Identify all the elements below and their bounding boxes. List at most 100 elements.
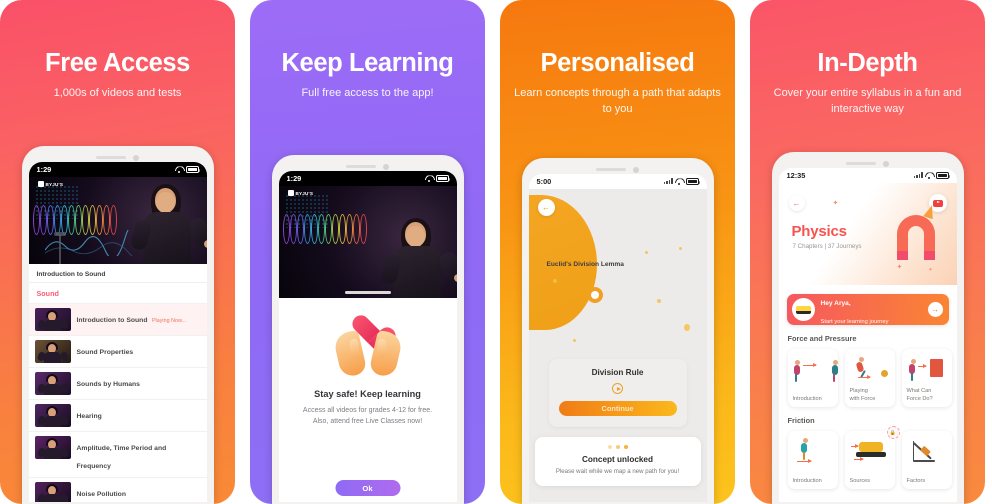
play-icon	[612, 383, 623, 394]
loading-dots-icon	[543, 445, 693, 449]
video-list-item[interactable]: Noise Pollution	[28, 477, 207, 502]
section-heading: Force and Pressure	[787, 334, 857, 343]
ok-button[interactable]: Ok	[335, 480, 400, 496]
journey-card[interactable]: Factors	[901, 431, 952, 489]
unlocked-body: Please wait while we map a new path for …	[555, 468, 680, 475]
battery-icon	[435, 175, 450, 182]
panel-keep-learning: Keep Learning Full free access to the ap…	[250, 0, 485, 504]
banner-cta: Start your learning journey	[820, 318, 889, 325]
panel-in-depth: In-Depth Cover your entire syllabus in a…	[750, 0, 985, 504]
video-list-item[interactable]: Introduction to Sound Playing Now...	[28, 303, 207, 335]
phone-notch	[779, 159, 957, 168]
phone-screen-1: 1:29 BYJU'S Introduction to Sound Sound …	[28, 162, 207, 502]
wifi-icon	[675, 178, 683, 185]
video-list-item[interactable]: Sound Properties	[28, 335, 207, 367]
journey-card-label: Playing with Force	[849, 388, 876, 402]
panel-subtitle: 1,000s of videos and tests	[53, 87, 182, 99]
sheet-handle[interactable]	[344, 291, 391, 294]
panel-subtitle: Full free access to the app!	[301, 87, 434, 99]
path-node-marker[interactable]	[586, 287, 603, 303]
subject-title: Physics	[791, 223, 848, 240]
cellular-signal-icon	[913, 172, 923, 179]
start-journey-banner[interactable]: Hey Arya, Start your learning journey →	[786, 294, 949, 325]
front-camera-icon	[383, 163, 389, 170]
back-button[interactable]: ←	[788, 195, 805, 211]
phone-mockup-4: 12:35 ← ✦ ✦ ✦ Physics 7 Chapters | 37 Jo…	[771, 152, 964, 504]
panel-title: In-Depth	[817, 49, 918, 77]
journey-card[interactable]: Playing with Force	[844, 349, 895, 407]
video-thumbnail	[34, 340, 71, 363]
cellular-signal-icon	[663, 178, 673, 185]
subject-meta: 7 Chapters | 37 Journeys	[792, 243, 862, 250]
journey-card-row: Introduction 🔒 Sources Factors	[779, 426, 957, 489]
avatar	[791, 298, 815, 321]
status-indicators	[913, 172, 950, 179]
battery-icon	[935, 172, 950, 179]
hands-holding-heart-icon	[331, 316, 404, 379]
video-player[interactable]: BYJU'S	[278, 186, 457, 298]
panel-title: Personalised	[540, 49, 695, 77]
now-playing-title: Introduction to Sound	[28, 264, 207, 283]
tug-of-war-illustration	[793, 355, 838, 382]
instructor-figure	[379, 218, 457, 298]
status-time: 1:29	[286, 174, 302, 183]
phone-notch	[29, 153, 207, 162]
journey-card-label: What Can Force Do?	[906, 388, 933, 402]
phone-notch	[279, 162, 457, 171]
journey-card[interactable]: Introduction	[787, 431, 838, 489]
status-time: 1:29	[36, 165, 52, 174]
video-status: Playing Now...	[151, 318, 187, 324]
screenshot-gallery: Free Access 1,000s of videos and tests 1…	[0, 0, 992, 504]
skier-illustration	[793, 437, 833, 463]
status-indicators	[663, 178, 700, 185]
path-node-label: Euclid's Division Lemma	[546, 261, 624, 268]
phone-mockup-2: 1:29 BYJU'S Stay safe! Keep learning Acc…	[271, 155, 464, 504]
panel-title: Free Access	[45, 49, 190, 77]
brand-name: BYJU'S	[295, 190, 314, 196]
concept-card[interactable]: Division Rule Continue	[548, 359, 687, 427]
pushing-box-illustration	[907, 355, 947, 381]
continue-button[interactable]: Continue	[558, 401, 677, 416]
battery-icon	[685, 178, 700, 185]
journey-card[interactable]: What Can Force Do?	[901, 349, 952, 407]
brand-mark-icon	[37, 181, 44, 187]
video-thumbnail	[34, 404, 71, 427]
panel-personalised: Personalised Learn concepts through a pa…	[500, 0, 735, 504]
speaker-grille-icon	[346, 165, 376, 168]
video-player[interactable]: BYJU'S	[28, 177, 207, 264]
kicking-ball-illustration	[850, 355, 890, 381]
front-camera-icon	[883, 160, 889, 167]
subject-hero: ← ✦ ✦ ✦ Physics 7 Chapters | 37 Journeys	[778, 183, 957, 285]
mic-stand-graphic	[58, 234, 61, 264]
video-list-item[interactable]: Hearing	[28, 399, 207, 431]
journey-card[interactable]: 🔒 Sources	[844, 426, 900, 489]
brand-mark-icon	[287, 190, 294, 196]
back-button[interactable]: ←	[537, 199, 555, 216]
wifi-icon	[925, 172, 933, 179]
phone-mockup-3: 5:00 ← Euclid's Division Lemma Division …	[521, 158, 714, 504]
video-thumbnail	[34, 482, 71, 502]
status-bar: 12:35	[779, 168, 957, 183]
speaker-grille-icon	[846, 162, 876, 165]
book-icon	[795, 305, 811, 314]
mic-head-graphic	[53, 232, 66, 236]
brand-watermark: BYJU'S	[37, 181, 64, 187]
journey-card[interactable]: Introduction	[787, 349, 838, 407]
chapter-label: Sound	[36, 289, 59, 298]
dialog-body-line1: Access all videos for grades 4-12 for fr…	[302, 407, 433, 414]
panel-title: Keep Learning	[281, 49, 454, 77]
concept-card-title: Division Rule	[591, 368, 644, 377]
unlocked-title: Concept unlocked	[582, 455, 653, 464]
spectrum-graphic	[282, 214, 367, 244]
phone-notch	[529, 165, 707, 174]
learning-path-screen: ← Euclid's Division Lemma Division Rule …	[528, 189, 707, 502]
dialog-title: Stay safe! Keep learning	[314, 389, 421, 399]
status-time: 12:35	[786, 171, 806, 180]
battery-icon	[185, 166, 200, 173]
video-list-item[interactable]: Amplitude, Time Period and Frequency	[28, 431, 207, 477]
status-indicators	[425, 175, 450, 182]
dialog-body-line2: Also, attend free Live Classes now!	[312, 417, 423, 425]
video-list-item[interactable]: Sounds by Humans	[28, 367, 207, 399]
video-title: Introduction to Sound	[76, 317, 148, 324]
arrow-right-icon[interactable]: →	[927, 302, 943, 317]
